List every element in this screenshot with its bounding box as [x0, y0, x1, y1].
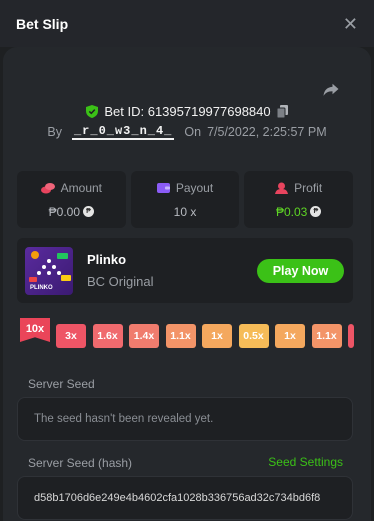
multiplier-chip-partial [348, 324, 354, 348]
currency-coin-icon: ₱ [83, 206, 95, 217]
close-icon[interactable]: ✕ [343, 15, 358, 33]
game-subtitle: BC Original [87, 274, 154, 289]
username-link[interactable]: _r_0_w3_n_4_ [71, 124, 175, 140]
server-seed-hash-field[interactable]: d58b1706d6e249e4b4602cfa1028b336756ad32c… [17, 476, 353, 520]
amount-value: ₱0.00 [48, 204, 81, 219]
multiplier-chip: 0.5x [238, 324, 269, 348]
bet-author-row: By _r_0_w3_n_4_ On 7/5/2022, 2:25:57 PM [0, 124, 374, 140]
currency-coin-icon: ₱ [310, 206, 322, 217]
payout-card: Payout 10 x [130, 171, 240, 228]
coins-icon [40, 182, 55, 193]
on-label: On [184, 125, 202, 139]
multiplier-chip: 1x [202, 324, 232, 348]
profit-value: ₱0.03 [276, 204, 308, 219]
plinko-thumbnail[interactable]: PLINKO [25, 247, 73, 295]
multiplier-chip: 1.6x [92, 324, 123, 348]
profit-icon [275, 182, 289, 194]
thumb-label: PLINKO [30, 285, 53, 291]
copy-icon[interactable] [276, 105, 288, 118]
multiplier-chip: 1x [275, 324, 305, 348]
server-seed-label: Server Seed [28, 377, 95, 391]
multiplier-chip: 3x [56, 324, 86, 348]
server-seed-field: The seed hasn't been revealed yet. [17, 397, 353, 441]
multiplier-chip: 1.1x [165, 324, 196, 348]
bet-id: Bet ID: 61395719977698840 [104, 104, 271, 119]
profit-card: Profit ₱0.03 ₱ [244, 171, 354, 228]
server-seed-hash-label: Server Seed (hash) [28, 456, 133, 470]
bet-slip-header: Bet Slip ✕ [0, 0, 374, 47]
by-label: By [47, 125, 62, 139]
amount-card: Amount ₱0.00 ₱ [17, 171, 126, 228]
payout-value: 10 x [173, 204, 197, 219]
game-card: PLINKO Plinko BC Original Play Now [17, 238, 353, 303]
bet-id-row: Bet ID: 61395719977698840 [0, 104, 374, 119]
multiplier-chip: 1.1x [311, 324, 342, 348]
play-now-button[interactable]: Play Now [257, 259, 344, 283]
game-name: Plinko [87, 252, 127, 267]
amount-label: Amount [60, 180, 103, 195]
payout-label: Payout [175, 180, 214, 195]
share-icon[interactable] [322, 80, 340, 98]
bet-stats: Amount ₱0.00 ₱ Payout 10 x Profit ₱0.03 … [17, 171, 354, 228]
verified-shield-icon [86, 105, 99, 118]
multiplier-chip: 1.4x [129, 324, 159, 348]
selected-multiplier-flag: 10x [20, 318, 50, 342]
dialog-title: Bet Slip [16, 15, 69, 32]
multiplier-strip: 3x 1.6x 1.4x 1.1x 1x 0.5x 1x 1.1x 10x [17, 318, 374, 358]
bet-date: 7/5/2022, 2:25:57 PM [207, 125, 327, 139]
wallet-icon [156, 182, 170, 193]
seed-settings-link[interactable]: Seed Settings [268, 455, 343, 469]
profit-label: Profit [294, 180, 323, 195]
